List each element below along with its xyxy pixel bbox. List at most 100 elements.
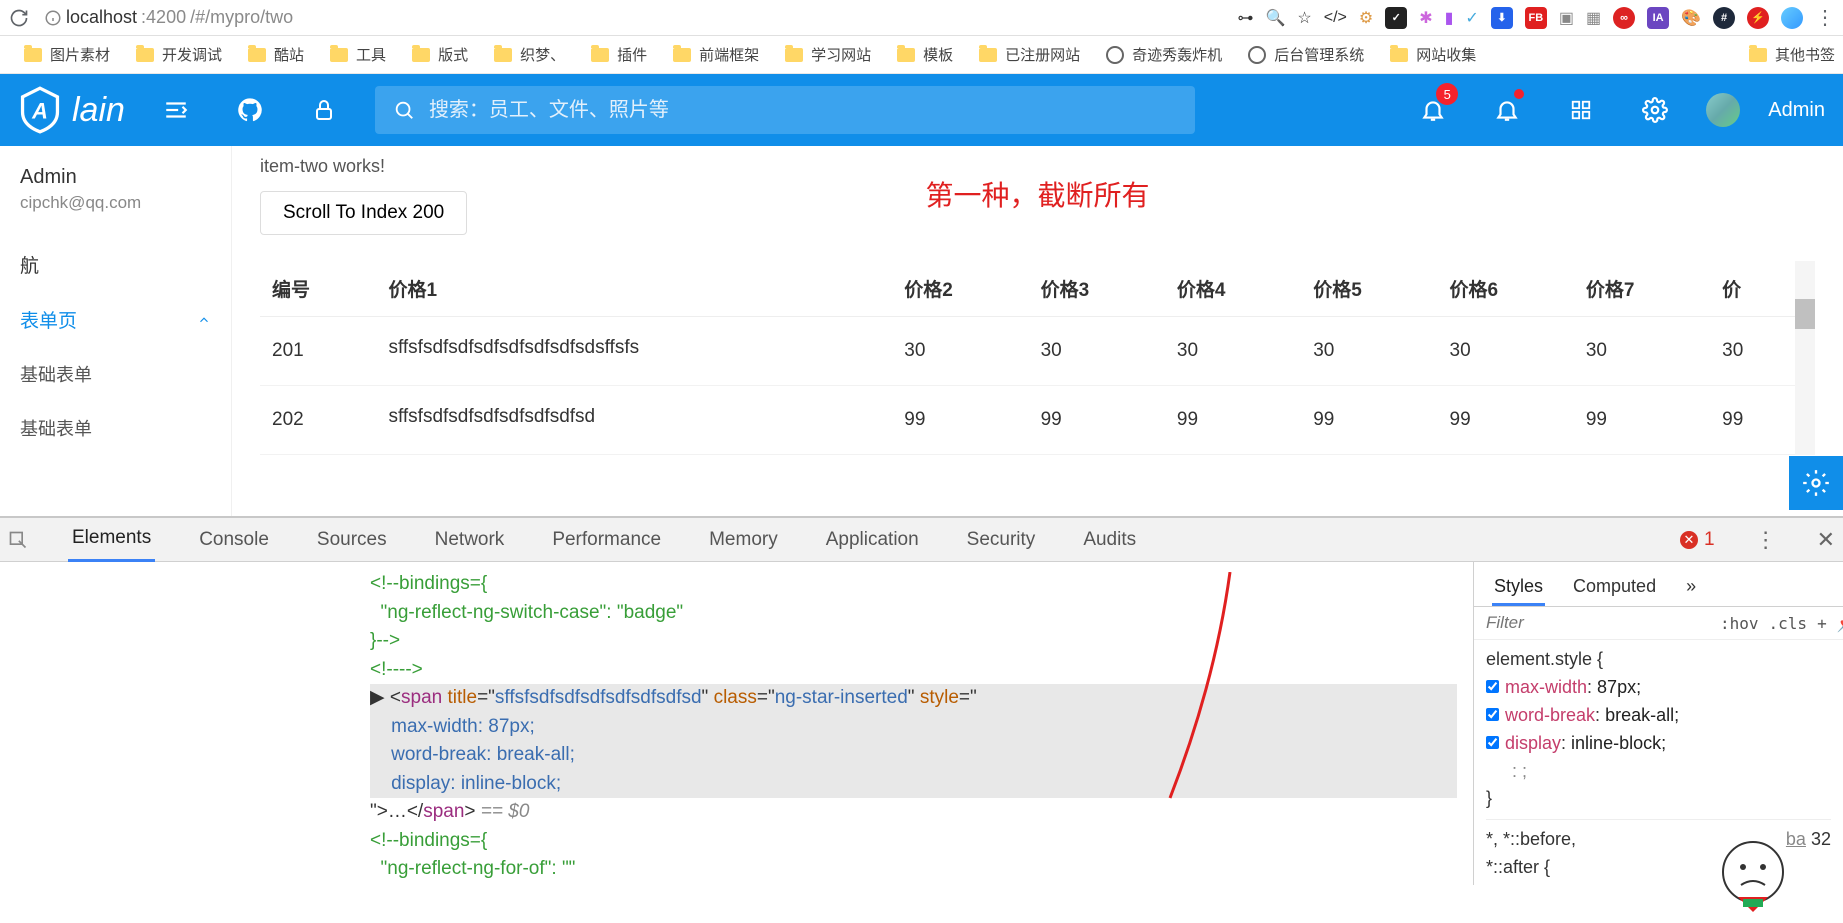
styles-tab[interactable]: Styles (1492, 570, 1545, 606)
sidebar-sub-item[interactable]: 基础表单 (0, 347, 231, 401)
tab-elements[interactable]: Elements (68, 517, 155, 562)
scrollbar[interactable] (1795, 261, 1815, 455)
col-id: 编号 (260, 261, 376, 317)
apps-icon[interactable] (1558, 87, 1604, 133)
close-icon[interactable]: ✕ (1817, 527, 1835, 553)
selected-element[interactable]: ▶ <span title="sffsfsdfsdfsdfsdfsdfsdfsd… (370, 684, 1457, 713)
github-icon[interactable] (227, 87, 273, 133)
ext-icon[interactable]: ▮ (1445, 8, 1454, 28)
devtools-panel: Elements Console Sources Network Perform… (0, 516, 1843, 885)
settings-fab[interactable] (1789, 456, 1843, 510)
star-icon[interactable]: ☆ (1297, 8, 1311, 28)
hov-toggle[interactable]: :hov (1720, 614, 1759, 633)
computed-tab[interactable]: Computed (1571, 570, 1658, 606)
folder-icon (1390, 48, 1408, 62)
rule-toggle[interactable] (1486, 680, 1499, 693)
bookmark-item[interactable]: 学习网站 (785, 44, 871, 65)
styles-filter-input[interactable] (1486, 613, 1710, 633)
tab-sources[interactable]: Sources (313, 519, 391, 561)
devtools-ext-icon[interactable]: </> (1324, 9, 1347, 27)
folder-icon (24, 48, 42, 62)
col-price4: 价格4 (1165, 261, 1301, 317)
bookmark-item[interactable]: 前端框架 (673, 44, 759, 65)
ext-icon[interactable]: FB (1525, 7, 1547, 29)
sidebar-item-form[interactable]: 表单页 (0, 292, 231, 347)
sidebar-user-email: cipchk@qq.com (20, 193, 211, 213)
ext-icon[interactable]: IA (1647, 7, 1669, 29)
url-display[interactable]: localhost:4200/#/mypro/two (44, 7, 293, 28)
ext-icon[interactable]: ✓ (1385, 7, 1407, 29)
tab-memory[interactable]: Memory (705, 519, 782, 561)
bookmark-item[interactable]: 模板 (897, 44, 953, 65)
menu-icon[interactable]: ⋮ (1815, 5, 1835, 30)
bookmark-item[interactable]: 开发调试 (136, 44, 222, 65)
app-logo[interactable]: A lain (18, 86, 125, 134)
pin-icon[interactable]: 📌 (1837, 614, 1843, 633)
tab-console[interactable]: Console (195, 519, 273, 561)
css-rules[interactable]: element.style { max-width: 87px; word-br… (1474, 640, 1843, 885)
bookmark-item[interactable]: 工具 (330, 44, 386, 65)
devtools-tabs: Elements Console Sources Network Perform… (0, 518, 1843, 562)
sidebar-user: Admin cipchk@qq.com (0, 166, 231, 237)
ext-icon[interactable]: ✓ (1465, 8, 1478, 28)
bookmark-item[interactable]: 插件 (591, 44, 647, 65)
add-rule-icon[interactable]: + (1817, 614, 1827, 633)
more-icon[interactable]: ⋮ (1755, 527, 1777, 553)
table-row[interactable]: 202 sffsfsdfsdfsdfsdfsdfsdfsd 99 99 99 9… (260, 386, 1795, 455)
browser-extensions: ⊶ 🔍 ☆ </> ⚙ ✓ ✱ ▮ ✓ ⬇ FB ▣ ▦ ∞ IA 🎨 # ⚡ … (1237, 5, 1835, 30)
collapse-icon[interactable] (153, 87, 199, 133)
bookmark-item[interactable]: 已注册网站 (979, 44, 1080, 65)
tab-network[interactable]: Network (431, 519, 509, 561)
error-count[interactable]: ✕1 (1680, 529, 1715, 551)
ext-icon[interactable]: ⬇ (1491, 7, 1513, 29)
table-row[interactable]: 201 sffsfsdfsdfsdfsdfsdfsdfsdsffsfs 30 3… (260, 317, 1795, 386)
bookmark-item[interactable]: 酷站 (248, 44, 304, 65)
search-box[interactable] (375, 86, 1195, 134)
elements-tree[interactable]: <!--bindings={ "ng-reflect-ng-switch-cas… (0, 562, 1473, 885)
avatar[interactable] (1706, 93, 1740, 127)
tab-application[interactable]: Application (822, 519, 923, 561)
scroll-to-index-button[interactable]: Scroll To Index 200 (260, 191, 467, 235)
search-icon (393, 99, 415, 121)
alert-icon[interactable] (1484, 87, 1530, 133)
tab-security[interactable]: Security (963, 519, 1040, 561)
ext-icon[interactable]: # (1713, 7, 1735, 29)
ext-icon[interactable]: ✱ (1419, 8, 1432, 28)
rule-toggle[interactable] (1486, 736, 1499, 749)
col-price2: 价格2 (892, 261, 1028, 317)
ext-icon[interactable]: ⚙ (1359, 8, 1373, 28)
bookmark-item[interactable]: 其他书签 (1749, 44, 1835, 65)
key-icon[interactable]: ⊶ (1237, 8, 1253, 28)
rule-toggle[interactable] (1486, 708, 1499, 721)
tab-audits[interactable]: Audits (1079, 519, 1140, 561)
tab-performance[interactable]: Performance (548, 519, 665, 561)
ext-icon[interactable]: ∞ (1613, 7, 1635, 29)
ext-icon[interactable]: ▣ (1559, 8, 1574, 28)
settings-icon[interactable] (1632, 87, 1678, 133)
reload-icon[interactable] (8, 7, 30, 29)
bookmark-item[interactable]: 织梦、 (494, 44, 565, 65)
notification-badge: 5 (1436, 83, 1458, 105)
lock-icon[interactable] (301, 87, 347, 133)
ext-icon[interactable]: 🎨 (1681, 8, 1701, 28)
ext-icon[interactable] (1781, 7, 1803, 29)
sidebar-sub-item[interactable]: 基础表单 (0, 401, 231, 455)
ext-icon[interactable]: ▦ (1586, 8, 1601, 28)
bookmark-item[interactable]: 奇迹秀轰炸机 (1106, 44, 1222, 65)
zoom-icon[interactable]: 🔍 (1265, 8, 1285, 28)
more-tabs-icon[interactable]: » (1684, 570, 1698, 606)
cls-toggle[interactable]: .cls (1769, 614, 1808, 633)
folder-icon (330, 48, 348, 62)
bookmark-item[interactable]: 后台管理系统 (1248, 44, 1364, 65)
inspect-icon[interactable] (8, 530, 28, 550)
notification-icon[interactable]: 5 (1410, 87, 1456, 133)
user-label[interactable]: Admin (1768, 99, 1825, 122)
bookmark-item[interactable]: 图片素材 (24, 44, 110, 65)
bookmark-item[interactable]: 版式 (412, 44, 468, 65)
search-input[interactable] (429, 99, 1177, 122)
ext-icon[interactable]: ⚡ (1747, 7, 1769, 29)
browser-url-bar: localhost:4200/#/mypro/two ⊶ 🔍 ☆ </> ⚙ ✓… (0, 0, 1843, 36)
url-path: /#/mypro/two (190, 7, 293, 28)
folder-icon (1749, 48, 1767, 62)
bookmark-item[interactable]: 网站收集 (1390, 44, 1476, 65)
